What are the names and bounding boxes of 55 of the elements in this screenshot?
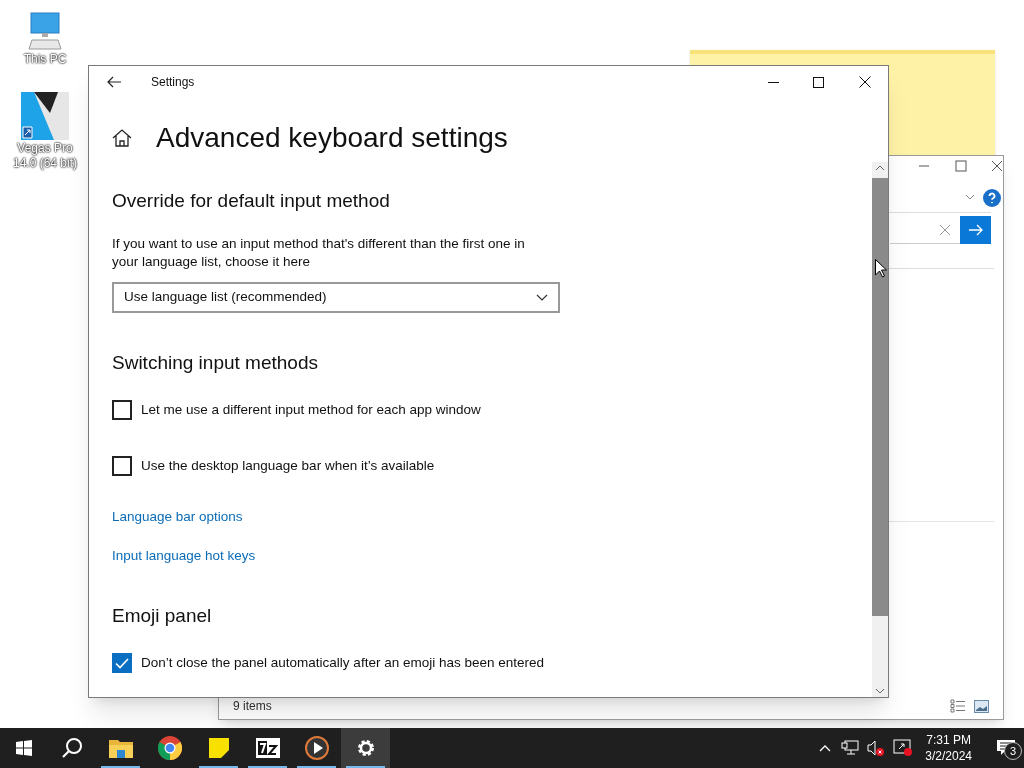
archive-icon xyxy=(255,738,280,758)
clock-time[interactable]: 7:31 PM xyxy=(926,732,971,748)
clock-date[interactable]: 3/2/2024 xyxy=(925,748,972,764)
settings-link[interactable]: Language bar options xyxy=(112,507,243,527)
network-icon[interactable] xyxy=(841,740,860,756)
folder-icon xyxy=(108,738,133,758)
desktop-icon[interactable]: Vegas Pro 14.0 (64 bit) xyxy=(5,91,85,171)
checkbox[interactable] xyxy=(112,653,132,673)
close-icon[interactable] xyxy=(859,76,871,88)
vegas-app-icon xyxy=(20,91,70,141)
scroll-up-icon[interactable] xyxy=(875,165,885,171)
page-heading: Advanced keyboard settings xyxy=(156,121,508,155)
home-icon[interactable] xyxy=(112,129,132,147)
chevron-icon[interactable] xyxy=(965,194,975,200)
chevron-up-icon[interactable] xyxy=(819,744,832,752)
windows-icon xyxy=(16,740,32,756)
checkbox[interactable] xyxy=(112,400,132,420)
section-title: Switching input methods xyxy=(112,351,318,375)
checkmark-icon xyxy=(115,657,129,669)
scroll-down-icon[interactable] xyxy=(875,688,885,694)
details-view-icon[interactable] xyxy=(950,699,966,713)
maximize-icon[interactable] xyxy=(813,76,824,88)
scrollbar[interactable] xyxy=(872,162,888,697)
checkbox-label: Use the desktop language bar when it’s available xyxy=(141,456,435,475)
clear-icon[interactable] xyxy=(940,225,950,235)
arrow-right-icon xyxy=(968,224,983,236)
checkbox-label: Don’t close the panel automatically after an emoji has been entered xyxy=(141,653,544,672)
go-button[interactable] xyxy=(960,216,991,244)
image-view-icon[interactable] xyxy=(974,699,989,713)
desktop-icon[interactable]: This PC xyxy=(5,12,85,67)
scrollbar-thumb[interactable] xyxy=(872,178,888,616)
checkbox-label: Let me use a different input method for each app window xyxy=(141,400,481,419)
checkbox[interactable] xyxy=(112,456,132,476)
chrome-icon xyxy=(157,736,182,760)
window-title: Settings xyxy=(151,74,195,91)
taskbar-app[interactable] xyxy=(341,728,390,768)
action-center-button[interactable]: 3 xyxy=(988,728,1024,768)
help-icon[interactable] xyxy=(983,189,1001,207)
play-icon xyxy=(304,736,329,760)
close-icon[interactable] xyxy=(991,160,1003,172)
section-title: Override for default input method xyxy=(112,189,390,213)
input-method-dropdown[interactable]: Use language list (recommended) xyxy=(112,282,560,313)
computer-icon xyxy=(28,12,62,52)
section-title: Emoji panel xyxy=(112,604,212,628)
back-icon[interactable] xyxy=(107,76,121,88)
settings-link[interactable]: Input language hot keys xyxy=(112,546,256,566)
status-text: 9 items xyxy=(233,698,272,715)
description-text: If you want to use an input method that's different than the first one in your language list, choose it here xyxy=(112,235,526,271)
display-alert-icon[interactable] xyxy=(893,739,914,757)
speaker-muted-icon[interactable] xyxy=(867,740,886,756)
search-icon xyxy=(61,737,83,759)
chevron-down-icon xyxy=(536,294,548,301)
notification-count: 3 xyxy=(1004,742,1022,760)
gear-icon xyxy=(355,738,376,758)
sticky-note-icon xyxy=(208,738,229,758)
